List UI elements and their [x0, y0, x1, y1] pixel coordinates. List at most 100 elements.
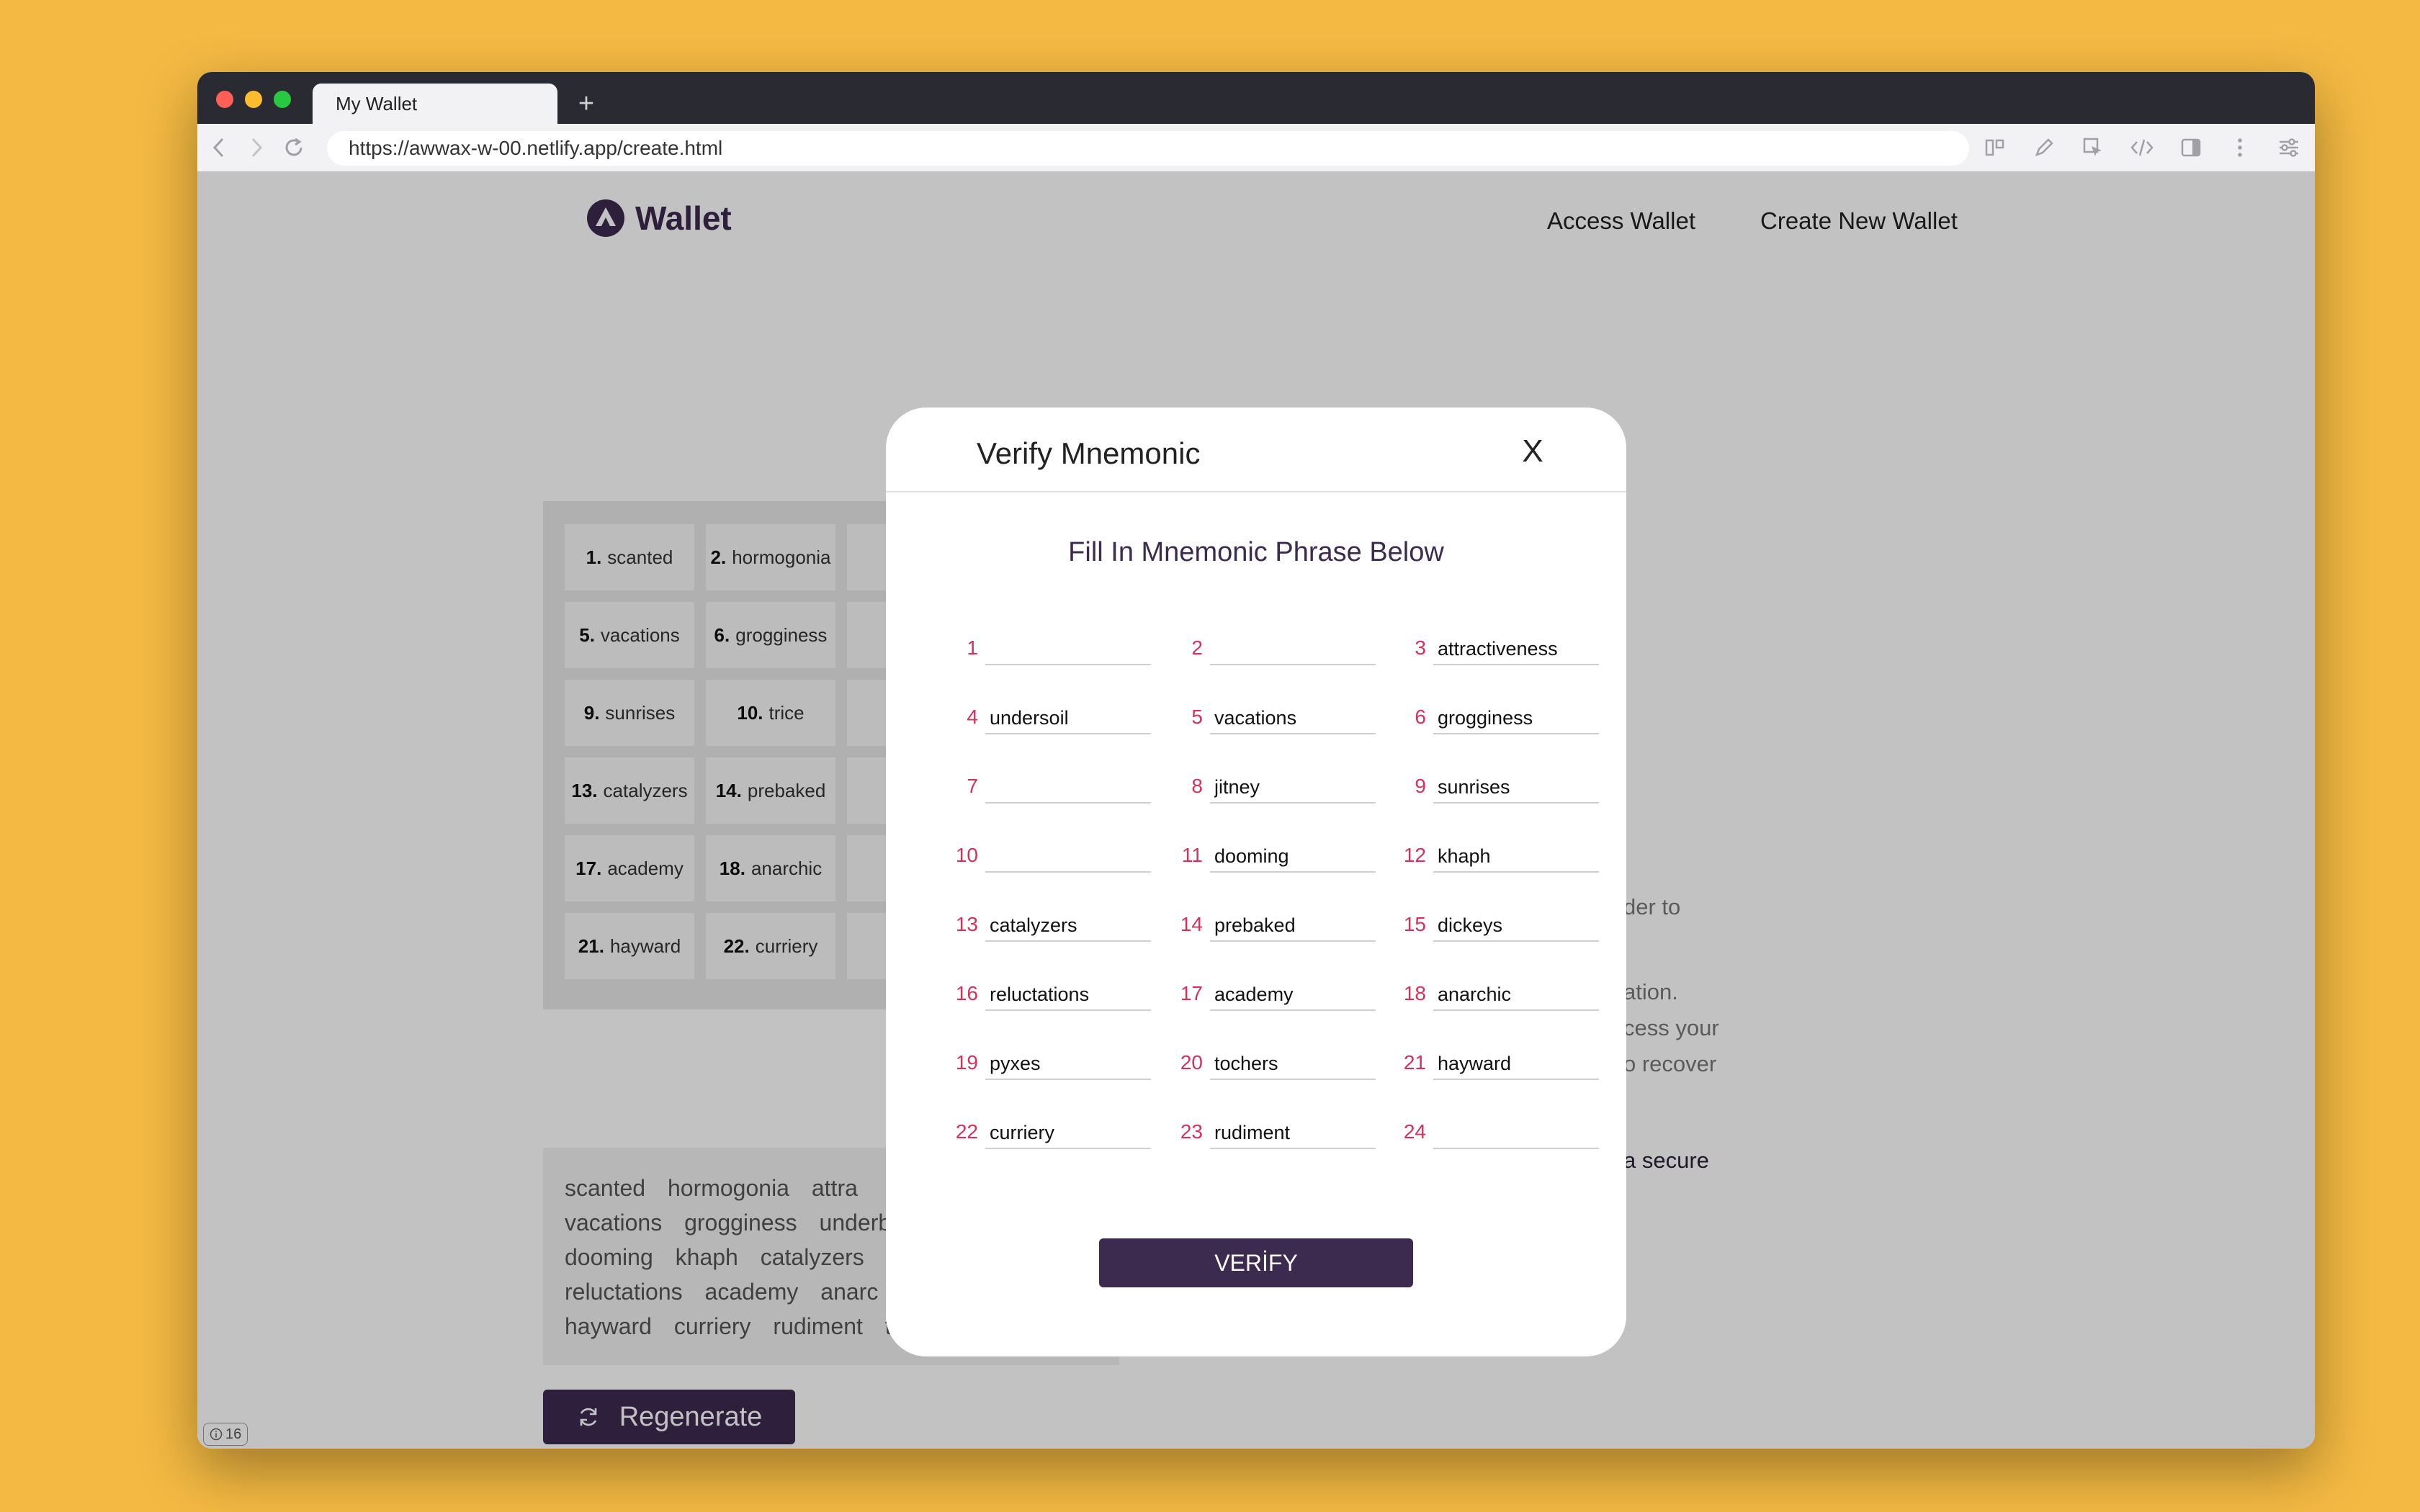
mnemonic-input[interactable] — [985, 1048, 1151, 1080]
mnemonic-field-24: 24 — [1376, 1117, 1606, 1149]
mnemonic-field-14: 14 — [1152, 910, 1383, 942]
sidebar-icon[interactable] — [2177, 133, 2205, 162]
field-number: 24 — [1403, 1120, 1426, 1143]
mnemonic-field-13: 13 — [928, 910, 1158, 942]
verify-mnemonic-modal: Verify Mnemonic X Fill In Mnemonic Phras… — [886, 408, 1626, 1356]
mnemonic-field-3: 3 — [1376, 634, 1606, 665]
field-number: 17 — [1180, 982, 1203, 1004]
mnemonic-input[interactable] — [1433, 1048, 1599, 1080]
field-number: 3 — [1415, 636, 1426, 659]
mnemonic-input[interactable] — [1210, 841, 1376, 873]
mnemonic-input[interactable] — [1210, 910, 1376, 942]
reload-icon[interactable] — [279, 133, 308, 162]
tab-bar: My Wallet + — [197, 72, 2315, 124]
field-number: 18 — [1403, 982, 1426, 1004]
maximize-window-button[interactable] — [274, 91, 291, 108]
modal-close-button[interactable]: X — [1512, 433, 1553, 469]
mnemonic-input[interactable] — [985, 910, 1151, 942]
mnemonic-field-7: 7 — [928, 772, 1158, 804]
browser-toolbar: https://awwax-w-00.netlify.app/create.ht… — [197, 124, 2315, 172]
mnemonic-input[interactable] — [985, 772, 1151, 804]
field-number: 19 — [955, 1051, 978, 1074]
field-number: 4 — [967, 706, 978, 728]
page-content: Wallet Access Wallet Create New Wallet r… — [197, 171, 2315, 1449]
mnemonic-field-8: 8 — [1152, 772, 1383, 804]
url-text: https://awwax-w-00.netlify.app/create.ht… — [349, 137, 723, 159]
mnemonic-input[interactable] — [985, 1117, 1151, 1149]
mnemonic-field-10: 10 — [928, 841, 1158, 873]
mnemonic-input[interactable] — [1210, 634, 1376, 665]
mnemonic-input[interactable] — [1433, 703, 1599, 734]
field-number: 6 — [1415, 706, 1426, 728]
modal-title: Verify Mnemonic — [977, 436, 1201, 470]
mnemonic-field-12: 12 — [1376, 841, 1606, 873]
mnemonic-input[interactable] — [1210, 1117, 1376, 1149]
field-number: 15 — [1403, 913, 1426, 935]
modal-subtitle: Fill In Mnemonic Phrase Below — [1068, 537, 1444, 567]
modal-header: Verify Mnemonic X — [886, 408, 1626, 492]
field-number: 13 — [955, 913, 978, 935]
field-number: 20 — [1180, 1051, 1203, 1074]
new-tab-button[interactable]: + — [566, 84, 606, 124]
pick-element-icon[interactable] — [2079, 133, 2107, 162]
mnemonic-field-19: 19 — [928, 1048, 1158, 1080]
mnemonic-input[interactable] — [1210, 979, 1376, 1011]
mnemonic-input[interactable] — [985, 841, 1151, 873]
field-number: 2 — [1191, 636, 1203, 659]
field-number: 14 — [1180, 913, 1203, 935]
mnemonic-input[interactable] — [985, 979, 1151, 1011]
mnemonic-input[interactable] — [1433, 772, 1599, 804]
mnemonic-input[interactable] — [1433, 979, 1599, 1011]
more-icon[interactable] — [2226, 133, 2254, 162]
verify-button[interactable]: VERİFY — [1099, 1238, 1413, 1287]
mnemonic-input[interactable] — [1433, 841, 1599, 873]
field-number: 22 — [955, 1120, 978, 1143]
mnemonic-field-6: 6 — [1376, 703, 1606, 734]
minimize-window-button[interactable] — [245, 91, 262, 108]
mnemonic-field-1: 1 — [928, 634, 1158, 665]
mnemonic-input[interactable] — [985, 703, 1151, 734]
field-number: 1 — [967, 636, 978, 659]
browser-window: My Wallet + https://awwax-w-00.netlify.a… — [197, 72, 2315, 1449]
mnemonic-field-16: 16 — [928, 979, 1158, 1011]
reader-icon[interactable] — [1981, 133, 2009, 162]
address-bar[interactable]: https://awwax-w-00.netlify.app/create.ht… — [327, 131, 1969, 166]
field-number: 5 — [1191, 706, 1203, 728]
back-icon[interactable] — [205, 133, 233, 162]
close-window-button[interactable] — [216, 91, 233, 108]
mnemonic-field-2: 2 — [1152, 634, 1383, 665]
mnemonic-input[interactable] — [1210, 1048, 1376, 1080]
mnemonic-input[interactable] — [1210, 772, 1376, 804]
field-number: 9 — [1415, 775, 1426, 797]
mnemonic-input[interactable] — [1210, 703, 1376, 734]
mnemonic-field-18: 18 — [1376, 979, 1606, 1011]
mnemonic-input[interactable] — [1433, 910, 1599, 942]
mnemonic-field-9: 9 — [1376, 772, 1606, 804]
mnemonic-input[interactable] — [1433, 634, 1599, 665]
mnemonic-field-5: 5 — [1152, 703, 1383, 734]
browser-tab[interactable]: My Wallet — [313, 84, 557, 124]
mnemonic-field-17: 17 — [1152, 979, 1383, 1011]
field-number: 8 — [1191, 775, 1203, 797]
field-number: 10 — [955, 844, 978, 866]
settings-sliders-icon[interactable] — [2275, 133, 2303, 162]
field-number: 11 — [1181, 844, 1203, 866]
field-number: 16 — [955, 982, 978, 1004]
mnemonic-field-23: 23 — [1152, 1117, 1383, 1149]
mnemonic-field-15: 15 — [1376, 910, 1606, 942]
pen-icon[interactable] — [2030, 133, 2058, 162]
field-number: 23 — [1180, 1120, 1203, 1143]
mnemonic-field-11: 11 — [1152, 841, 1383, 873]
field-number: 12 — [1403, 844, 1426, 866]
mnemonic-input[interactable] — [985, 634, 1151, 665]
code-icon[interactable] — [2128, 133, 2156, 162]
tab-title: My Wallet — [336, 92, 418, 114]
mnemonic-field-4: 4 — [928, 703, 1158, 734]
mnemonic-field-20: 20 — [1152, 1048, 1383, 1080]
field-number: 21 — [1403, 1051, 1426, 1074]
forward-icon[interactable] — [242, 133, 271, 162]
field-number: 7 — [967, 775, 978, 797]
mnemonic-field-21: 21 — [1376, 1048, 1606, 1080]
mnemonic-field-22: 22 — [928, 1117, 1158, 1149]
mnemonic-input[interactable] — [1433, 1117, 1599, 1149]
